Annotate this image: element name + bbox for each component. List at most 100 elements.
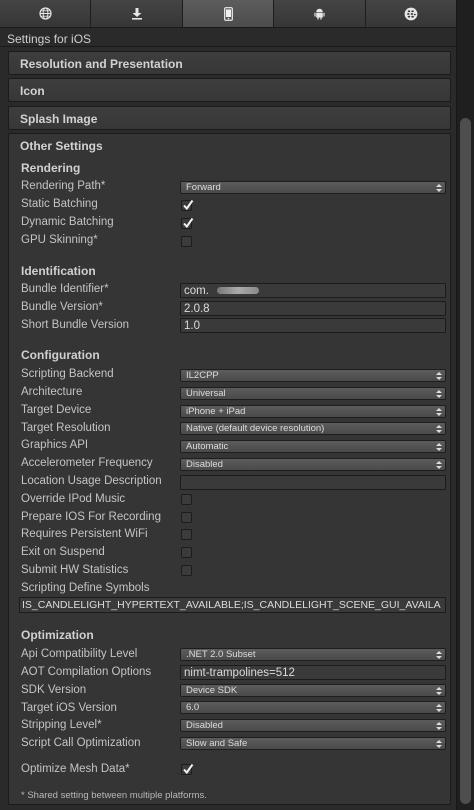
target-device-dropdown[interactable]: iPhone + iPad (180, 405, 446, 418)
short-bundle-version-label: Short Bundle Version (21, 319, 130, 331)
accelerometer-frequency-label: Accelerometer Frequency (21, 457, 153, 469)
dynamic-batching-checkbox[interactable] (181, 217, 194, 229)
dropdown-value: Disabled (186, 459, 223, 470)
target-ios-version-dropdown[interactable]: 6.0 (180, 701, 446, 714)
architecture-label: Architecture (21, 386, 83, 398)
target-ios-version-label: Target iOS Version (21, 702, 117, 714)
script-call-optimization-dropdown[interactable]: Slow and Safe (180, 737, 446, 750)
persistent-wifi-label: Requires Persistent WiFi (21, 528, 148, 540)
optimize-mesh-data-checkbox[interactable] (181, 763, 194, 775)
scripting-define-symbols-label: Scripting Define Symbols (21, 582, 150, 594)
static-batching-checkbox[interactable] (181, 199, 194, 211)
field-value: com. (184, 285, 209, 297)
rendering-path-label: Rendering Path* (21, 180, 106, 192)
api-compatibility-label: Api Compatibility Level (21, 648, 138, 660)
target-resolution-dropdown[interactable]: Native (default device resolution) (180, 422, 446, 435)
graphics-api-label: Graphics API (21, 439, 89, 451)
location-usage-label: Location Usage Description (21, 475, 162, 487)
dropdown-value: Disabled (186, 720, 223, 731)
dynamic-batching-label: Dynamic Batching (21, 216, 114, 228)
dropdown-value: Forward (186, 182, 221, 193)
field-value: IS_CANDLELIGHT_HYPERTEXT_AVAILABLE;IS_CA… (22, 599, 441, 611)
target-device-label: Target Device (21, 404, 92, 416)
rendering-path-dropdown[interactable]: Forward (180, 181, 446, 194)
updown-arrow-icon (436, 372, 442, 380)
stripping-level-label: Stripping Level* (21, 719, 102, 731)
redacted-text (217, 287, 259, 294)
scripting-backend-dropdown[interactable]: IL2CPP (180, 369, 446, 382)
dropdown-value: IL2CPP (186, 370, 219, 381)
static-batching-label: Static Batching (21, 198, 98, 210)
bundle-identifier-label: Bundle Identifier* (21, 283, 109, 295)
dropdown-value: Device SDK (186, 685, 238, 696)
identification-heading: Identification (21, 264, 96, 278)
field-value: 2.0.8 (184, 303, 210, 315)
short-bundle-version-field[interactable]: 1.0 (180, 318, 446, 333)
updown-arrow-icon (436, 443, 442, 451)
location-usage-field[interactable] (180, 475, 446, 490)
updown-arrow-icon (436, 687, 442, 695)
updown-arrow-icon (436, 740, 442, 748)
section-label: Resolution and Presentation (20, 57, 183, 71)
blackberry-icon (404, 7, 418, 21)
section-splash-image[interactable]: Splash Image (8, 106, 451, 130)
tab-blackberry[interactable] (365, 0, 458, 27)
tab-android[interactable] (274, 0, 366, 27)
dropdown-value: Slow and Safe (186, 738, 248, 749)
checkmark-icon (183, 217, 194, 229)
scrollbar-thumb[interactable] (460, 118, 471, 804)
tab-ios[interactable] (182, 0, 275, 27)
section-other-settings[interactable]: Other Settings (20, 139, 103, 153)
bundle-version-field[interactable]: 2.0.8 (180, 301, 446, 316)
prepare-ios-recording-label: Prepare IOS For Recording (21, 511, 161, 523)
aot-compilation-field[interactable]: nimt-trampolines=512 (180, 665, 446, 680)
android-icon (314, 7, 325, 20)
updown-arrow-icon (436, 425, 442, 433)
field-value: nimt-trampolines=512 (184, 667, 295, 679)
updown-arrow-icon (436, 461, 442, 469)
bundle-identifier-field[interactable]: com. (180, 283, 446, 298)
accelerometer-frequency-dropdown[interactable]: Disabled (180, 458, 446, 471)
graphics-api-dropdown[interactable]: Automatic (180, 440, 446, 453)
exit-on-suspend-label: Exit on Suspend (21, 546, 105, 558)
globe-icon (39, 7, 52, 20)
dropdown-value: Universal (186, 388, 226, 399)
sdk-version-dropdown[interactable]: Device SDK (180, 684, 446, 697)
scripting-backend-label: Scripting Backend (21, 368, 114, 380)
stripping-level-dropdown[interactable]: Disabled (180, 719, 446, 732)
updown-arrow-icon (436, 704, 442, 712)
gpu-skinning-checkbox[interactable] (181, 236, 192, 247)
updown-arrow-icon (436, 408, 442, 416)
field-value: 1.0 (184, 320, 200, 332)
tab-standalone[interactable] (91, 0, 183, 27)
api-compatibility-dropdown[interactable]: .NET 2.0 Subset (180, 648, 446, 661)
scripting-define-symbols-field[interactable]: IS_CANDLELIGHT_HYPERTEXT_AVAILABLE;IS_CA… (19, 597, 446, 613)
override-ipod-music-checkbox[interactable] (181, 494, 192, 505)
checkmark-icon (183, 199, 194, 211)
submit-hw-statistics-checkbox[interactable] (181, 565, 192, 576)
tab-web[interactable] (0, 0, 92, 27)
dropdown-value: Automatic (186, 441, 229, 452)
architecture-dropdown[interactable]: Universal (180, 387, 446, 400)
updown-arrow-icon (436, 722, 442, 730)
optimize-mesh-data-label: Optimize Mesh Data* (21, 763, 130, 775)
override-ipod-music-label: Override IPod Music (21, 493, 126, 505)
submit-hw-statistics-label: Submit HW Statistics (21, 564, 129, 576)
header-divider (0, 46, 457, 47)
exit-on-suspend-checkbox[interactable] (181, 547, 192, 558)
bundle-version-label: Bundle Version* (21, 301, 103, 313)
checkmark-icon (183, 763, 194, 775)
section-label: Icon (20, 84, 45, 98)
section-resolution-presentation[interactable]: Resolution and Presentation (8, 51, 451, 75)
page-title: Settings for iOS (7, 32, 92, 46)
persistent-wifi-checkbox[interactable] (181, 529, 192, 540)
section-icon[interactable]: Icon (8, 78, 451, 102)
phone-icon (223, 6, 233, 21)
download-icon (131, 7, 143, 20)
prepare-ios-recording-checkbox[interactable] (181, 512, 192, 523)
configuration-heading: Configuration (21, 348, 100, 362)
updown-arrow-icon (436, 651, 442, 659)
updown-arrow-icon (436, 184, 442, 192)
dropdown-value: .NET 2.0 Subset (186, 649, 256, 660)
vertical-scrollbar[interactable] (456, 0, 474, 810)
